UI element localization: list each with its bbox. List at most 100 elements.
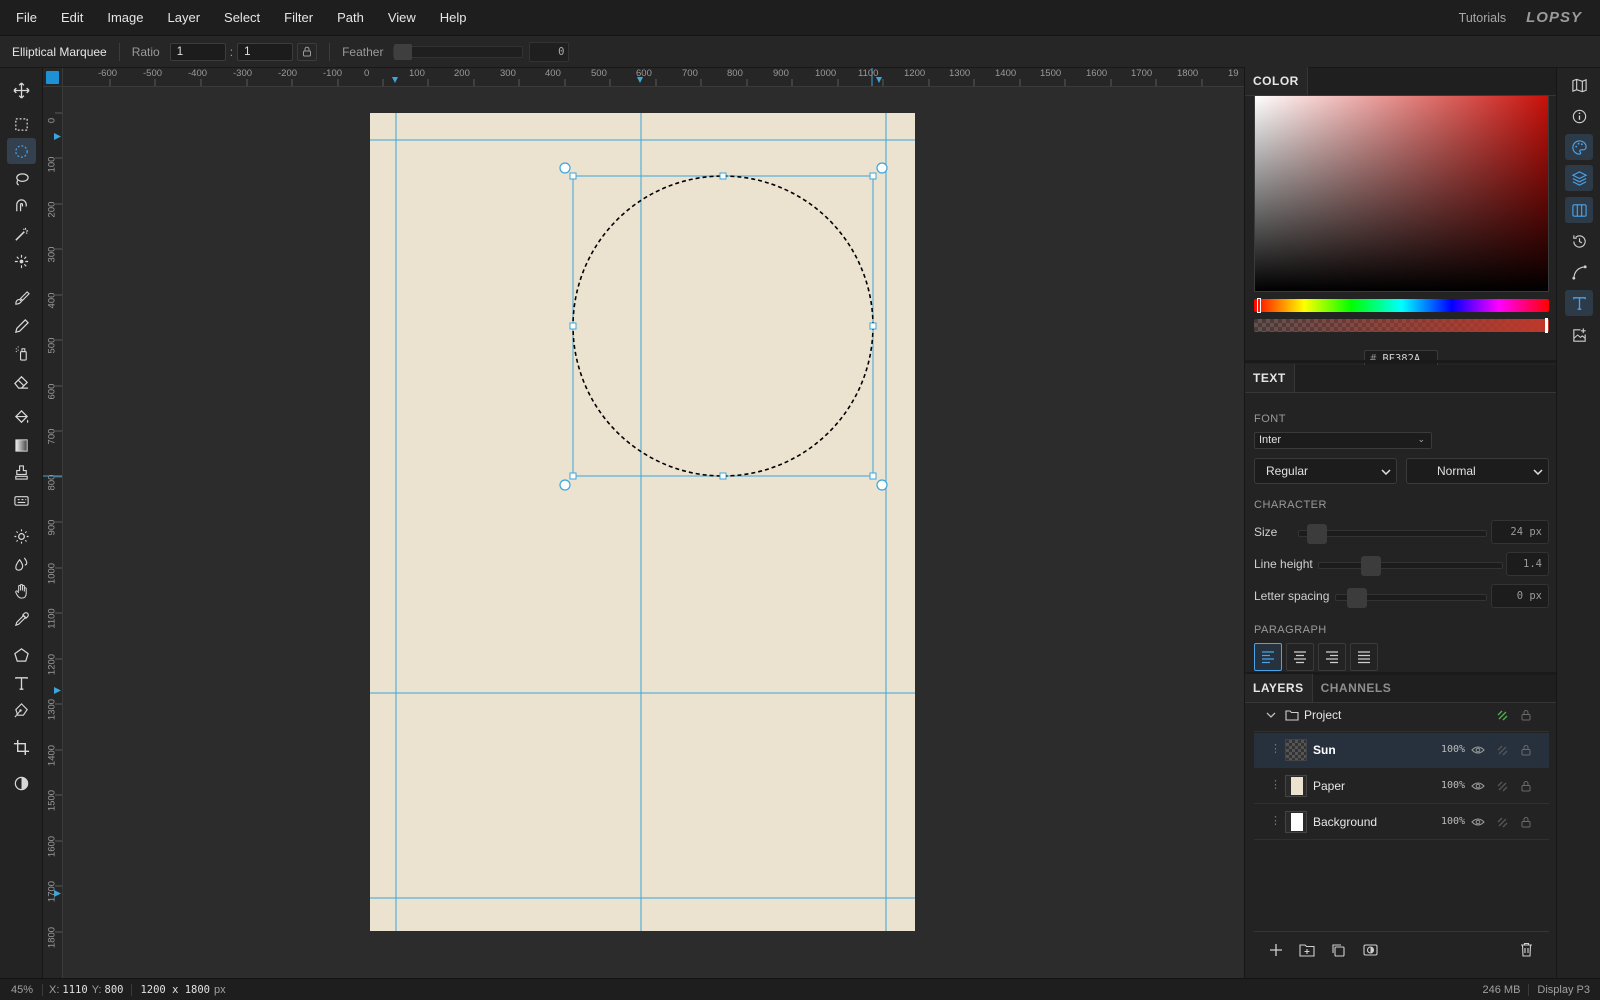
selection-bounding-box[interactable] [572,175,874,477]
guides[interactable] [370,113,915,931]
layer-opacity[interactable]: 100% [1441,744,1465,755]
magnetic-lasso-tool[interactable] [7,193,36,219]
tutorials-link[interactable]: Tutorials [1459,11,1506,25]
image-adjust-panel-button[interactable] [1565,322,1593,348]
menu-layer[interactable]: Layer [156,0,213,36]
dodge-tool[interactable] [7,523,36,549]
layer-row[interactable]: ⋮⋮ Sun 100% [1254,733,1549,768]
stamp-tool[interactable] [7,459,36,485]
layers-panel-button[interactable] [1565,165,1593,191]
channels-panel-button[interactable] [1565,197,1593,223]
eye-icon[interactable] [1471,745,1485,755]
shape-tool[interactable] [7,642,36,668]
trash-icon[interactable] [1520,942,1533,957]
blur-tool[interactable] [7,551,36,577]
align-justify-button[interactable] [1350,643,1378,671]
feather-value-input[interactable]: 0 [529,41,570,62]
layer-opacity[interactable]: 100% [1441,816,1465,827]
bucket-tool[interactable] [7,404,36,430]
letter-spacing-slider-thumb[interactable] [1347,588,1367,608]
magic-wand-tool[interactable] [7,221,36,247]
transform-handles[interactable] [569,172,877,480]
duplicate-layer-icon[interactable] [1331,943,1346,958]
chevron-down-icon[interactable] [1266,712,1276,718]
hex-value[interactable]: BF382A [1382,353,1420,365]
pencil-tool[interactable] [7,313,36,339]
align-right-button[interactable] [1318,643,1346,671]
pen-tool[interactable] [7,697,36,723]
lasso-tool[interactable] [7,166,36,192]
hue-slider[interactable] [1254,298,1549,313]
rotate-handles[interactable] [559,162,888,491]
paths-panel-button[interactable] [1565,259,1593,285]
eye-icon[interactable] [1471,817,1485,827]
hue-slider-thumb[interactable] [1257,298,1261,313]
layer-row[interactable]: ⋮⋮ Background 100% [1254,805,1549,840]
eraser-tool[interactable] [7,368,36,394]
history-panel-button[interactable] [1565,228,1593,254]
link-icon[interactable] [1496,780,1509,793]
canvas-viewport[interactable] [63,87,1244,978]
pattern-tool[interactable] [7,487,36,513]
info-panel-button[interactable] [1565,103,1593,129]
text-tool[interactable] [7,670,36,696]
line-height-slider-thumb[interactable] [1361,556,1381,576]
lock-icon[interactable] [1520,816,1532,828]
ratio-width-input[interactable]: 1 [169,42,226,61]
size-slider-thumb[interactable] [1307,524,1327,544]
menu-image[interactable]: Image [95,0,155,36]
line-height-slider[interactable] [1318,556,1503,576]
link-icon[interactable] [1496,744,1509,757]
eyedropper-tool[interactable] [7,606,36,632]
ellipse-marquee-tool[interactable] [7,138,36,164]
menu-edit[interactable]: Edit [49,0,95,36]
menu-path[interactable]: Path [325,0,376,36]
crop-tool[interactable] [7,734,36,760]
quick-select-tool[interactable] [7,248,36,274]
mask-mode-tool[interactable] [7,770,36,796]
color-profile[interactable]: Display P3 [1537,984,1600,996]
letter-spacing-slider[interactable] [1335,588,1487,608]
align-left-button[interactable] [1254,643,1282,671]
font-style-select[interactable]: Normal [1406,458,1549,484]
align-center-button[interactable] [1286,643,1314,671]
tab-text[interactable]: TEXT [1245,364,1295,392]
letter-spacing-value-input[interactable]: 0 px [1491,584,1549,608]
new-group-icon[interactable] [1299,943,1315,957]
ratio-height-input[interactable]: 1 [237,42,294,61]
elliptical-selection[interactable] [572,175,874,477]
layer-group-row[interactable]: Project [1254,698,1549,732]
menu-select[interactable]: Select [212,0,272,36]
layer-mask-icon[interactable] [1363,943,1378,957]
brush-tool[interactable] [7,285,36,311]
layer-row[interactable]: ⋮⋮ Paper 100% [1254,769,1549,804]
lock-icon[interactable] [1520,744,1532,756]
font-family-select[interactable]: Inter ⌄ [1254,432,1432,449]
eye-icon[interactable] [1471,781,1485,791]
menu-help[interactable]: Help [428,0,479,36]
horizontal-ruler[interactable]: -600 -500 -400 -300 -200 -100 0 100 200 … [63,68,1244,87]
text-panel-button[interactable] [1565,290,1593,316]
alpha-slider-thumb[interactable] [1545,318,1548,333]
saturation-brightness-picker[interactable] [1254,95,1549,292]
lock-icon[interactable] [1520,709,1532,721]
rect-marquee-tool[interactable] [7,111,36,137]
alpha-slider[interactable] [1254,318,1549,333]
zoom-level[interactable]: 45% [0,984,42,996]
layer-opacity[interactable]: 100% [1441,780,1465,791]
hand-tool[interactable] [7,578,36,604]
font-weight-select[interactable]: Regular [1254,458,1397,484]
menu-filter[interactable]: Filter [272,0,325,36]
color-panel-button[interactable] [1565,134,1593,160]
tab-color[interactable]: COLOR [1245,67,1308,95]
lock-icon[interactable] [1520,780,1532,792]
ruler-corner[interactable] [43,68,63,87]
link-icon[interactable] [1496,709,1509,722]
add-layer-icon[interactable] [1269,943,1283,957]
line-height-value-input[interactable]: 1.4 [1506,552,1549,576]
link-icon[interactable] [1496,816,1509,829]
menu-file[interactable]: File [0,0,49,36]
vertical-ruler[interactable]: 0 100 200 300 400 500 600 700 800 900 10… [43,87,63,978]
spray-tool[interactable] [7,340,36,366]
move-tool[interactable] [7,77,36,103]
